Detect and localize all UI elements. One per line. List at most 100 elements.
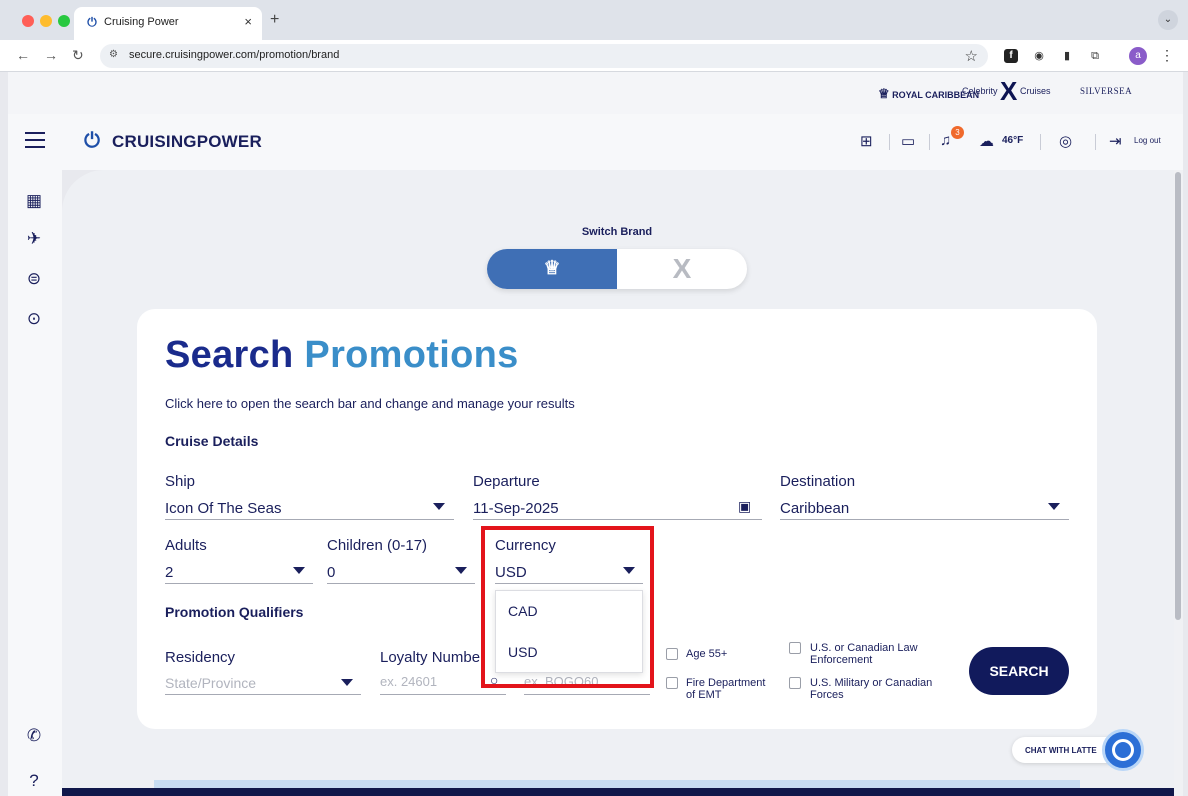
url-text: secure.cruisingpower.com/promotion/brand [129, 49, 340, 61]
airplane-icon[interactable]: ✈ [23, 228, 45, 250]
brand-switch-toggle[interactable]: ♕ X [487, 249, 747, 289]
age-55-checkbox[interactable] [666, 648, 678, 660]
chevron-down-icon[interactable] [455, 567, 467, 574]
apps-grid-icon[interactable]: ⊞ [860, 132, 873, 150]
globe-coin-icon[interactable]: ⊜ [23, 268, 45, 290]
law-enforcement-label-line2: Enforcement [810, 654, 873, 666]
tab-search-button[interactable]: ⌄ [1158, 10, 1178, 30]
law-enforcement-checkbox[interactable] [789, 642, 801, 654]
title-part-1: Search [165, 334, 294, 376]
switch-brand-label: Switch Brand [581, 226, 653, 238]
calendar-add-icon[interactable]: ▦ [23, 190, 45, 212]
celebrity-brand-option[interactable]: X [617, 249, 747, 289]
ship-underline [165, 519, 454, 520]
fire-emt-checkbox[interactable] [666, 677, 678, 689]
new-tab-button[interactable]: + [270, 11, 279, 29]
military-label-line1: U.S. Military or Canadian [810, 677, 933, 689]
left-rail: ▦ ✈ ⊜ ⊙ ✆ ? [8, 170, 62, 796]
maximize-window-button[interactable] [58, 15, 70, 27]
search-button[interactable]: SEARCH [969, 647, 1069, 695]
divider [1040, 134, 1041, 150]
loyalty-number-label: Loyalty Number [380, 649, 486, 666]
children-select-value[interactable]: 0 [327, 564, 335, 581]
address-bar-row: ← → ↻ ⚙ secure.cruisingpower.com/promoti… [0, 40, 1188, 72]
weather-temp: 46°F [1002, 135, 1024, 146]
chat-icon[interactable]: ▭ [901, 132, 915, 150]
promotion-qualifiers-label: Promotion Qualifiers [165, 604, 304, 620]
browser-menu-icon[interactable]: ⋮ [1160, 47, 1174, 64]
tab-close-button[interactable]: × [244, 14, 252, 29]
loyalty-number-input[interactable]: ex. 24601 [380, 674, 437, 689]
extension-icon[interactable]: f [1004, 49, 1018, 63]
profile-avatar[interactable]: a [1129, 47, 1147, 65]
puzzle-extensions-icon[interactable]: ⧉ [1088, 49, 1102, 63]
silversea-logo[interactable]: SILVERSEA [1080, 86, 1132, 96]
age-55-label: Age 55+ [686, 648, 728, 660]
ship-label: Ship [165, 473, 196, 490]
notification-badge: 3 [951, 126, 964, 139]
divider [889, 134, 890, 150]
children-label: Children (0-17) [327, 537, 428, 554]
celebrity-x-logo[interactable]: X [1000, 78, 1017, 104]
browser-tab[interactable]: ⏻ Cruising Power × [74, 7, 262, 40]
adults-underline [165, 583, 313, 584]
chat-bubble-icon[interactable]: ✆ [23, 725, 45, 747]
fire-emt-label-line1: Fire Department [686, 677, 766, 689]
open-search-bar-link[interactable]: Click here to open the search bar and ch… [165, 396, 575, 411]
residency-select[interactable]: State/Province [165, 675, 256, 691]
celebrity-cruises-text: Cruises [1020, 86, 1051, 96]
crown-anchor-icon: ♕ [878, 86, 890, 101]
bookmark-star-icon[interactable]: ☆ [965, 47, 978, 65]
minimize-window-button[interactable] [40, 15, 52, 27]
app-header: ⏻ CRUISINGPOWER ⊞ ▭ ♫ 3 ☁ 46°F ◎ ⇥ Log o… [8, 114, 1183, 170]
reload-icon[interactable]: ↻ [72, 47, 84, 64]
footer-bar [62, 788, 1174, 796]
forward-arrow-icon[interactable]: → [44, 47, 58, 63]
hamburger-menu-icon[interactable] [25, 132, 45, 148]
reader-icon[interactable]: ▮ [1060, 49, 1074, 63]
browser-tab-bar: ⏻ Cruising Power × + ⌄ [0, 0, 1188, 40]
help-icon[interactable]: ? [23, 770, 45, 792]
logout-link[interactable]: Log out [1134, 136, 1161, 145]
scrollbar-thumb[interactable] [1175, 172, 1181, 620]
tab-title: Cruising Power [104, 16, 179, 28]
user-icon[interactable]: ◎ [1059, 132, 1072, 150]
departure-label: Departure [473, 473, 540, 490]
destination-select-value[interactable]: Caribbean [780, 500, 849, 517]
title-part-2: Promotions [304, 334, 519, 376]
cruise-details-label: Cruise Details [165, 433, 259, 449]
close-window-button[interactable] [22, 15, 34, 27]
destination-underline [780, 519, 1069, 520]
bell-icon[interactable]: ♫ [940, 132, 951, 149]
law-enforcement-label-line1: U.S. or Canadian Law [810, 642, 918, 654]
divider [1095, 134, 1096, 150]
departure-date-value[interactable]: 11-Sep-2025 [473, 500, 559, 517]
adults-select-value[interactable]: 2 [165, 564, 173, 581]
camera-icon[interactable]: ◉ [1032, 49, 1046, 63]
brand-strip: ♕ ROYAL CARIBBEAN Celebrity X Cruises SI… [8, 72, 1183, 114]
fire-emt-label-line2: of EMT [686, 689, 722, 701]
url-field[interactable]: ⚙ secure.cruisingpower.com/promotion/bra… [100, 44, 988, 68]
cruisingpower-favicon-icon: ⏻ [87, 15, 97, 29]
chevron-down-icon[interactable] [1048, 503, 1060, 510]
destination-label: Destination [780, 473, 856, 490]
military-checkbox[interactable] [789, 677, 801, 689]
royal-caribbean-brand-option[interactable]: ♕ [487, 249, 617, 289]
highlight-box [481, 526, 654, 688]
chevron-down-icon[interactable] [433, 503, 445, 510]
logout-icon[interactable]: ⇥ [1109, 132, 1122, 150]
back-arrow-icon[interactable]: ← [16, 47, 30, 63]
site-info-icon[interactable]: ⚙ [109, 49, 118, 60]
logo-text[interactable]: CRUISINGPOWER [112, 132, 262, 152]
chat-assistant-icon[interactable] [1102, 729, 1144, 771]
celebrity-text: Celebrity [962, 86, 998, 96]
calendar-icon[interactable]: ▣ [738, 498, 751, 515]
chevron-down-icon[interactable] [293, 567, 305, 574]
military-label-line2: Forces [810, 689, 844, 701]
location-pin-icon[interactable]: ⊙ [23, 308, 45, 330]
cloud-icon: ☁ [979, 133, 994, 150]
ship-select-value[interactable]: Icon Of The Seas [165, 500, 281, 517]
adults-label: Adults [165, 537, 207, 554]
cruisingpower-logo-icon: ⏻ [84, 130, 100, 152]
chevron-down-icon[interactable] [341, 679, 353, 686]
